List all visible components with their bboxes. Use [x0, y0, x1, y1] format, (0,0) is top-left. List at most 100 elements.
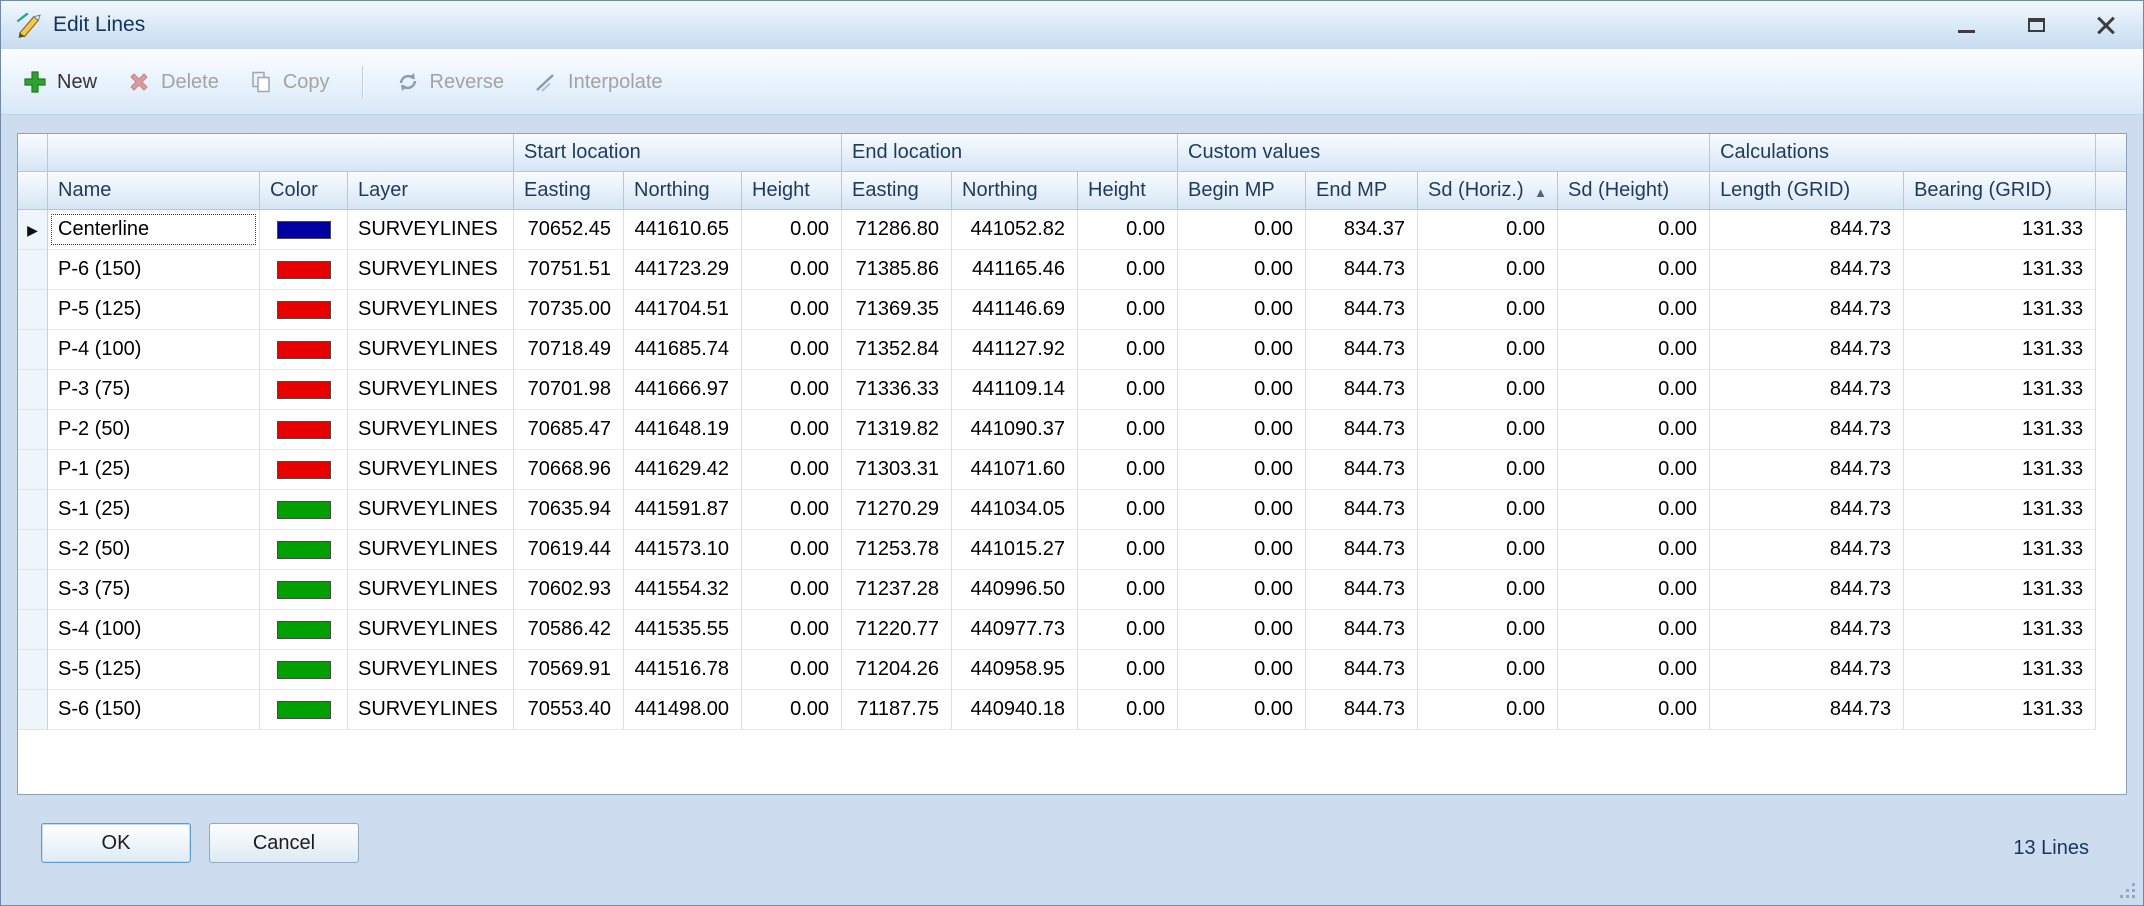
cell-begin-mp[interactable]: 0.00	[1178, 250, 1306, 290]
cell-length-grid[interactable]: 844.73	[1710, 490, 1904, 530]
table-row[interactable]: P-5 (125)SURVEYLINES70735.00441704.510.0…	[18, 290, 2126, 330]
cell-name[interactable]: S-1 (25)	[48, 490, 260, 530]
cell-bearing-grid[interactable]: 131.33	[1904, 530, 2096, 570]
row-selector-cell[interactable]	[18, 610, 48, 650]
cell-color[interactable]	[260, 370, 348, 410]
cell-start-height[interactable]: 0.00	[742, 210, 842, 250]
cell-length-grid[interactable]: 844.73	[1710, 250, 1904, 290]
cell-layer[interactable]: SURVEYLINES	[348, 530, 514, 570]
cell-length-grid[interactable]: 844.73	[1710, 450, 1904, 490]
cell-bearing-grid[interactable]: 131.33	[1904, 610, 2096, 650]
cell-end-mp[interactable]: 844.73	[1306, 450, 1418, 490]
cell-start-easting[interactable]: 70586.42	[514, 610, 624, 650]
cell-layer[interactable]: SURVEYLINES	[348, 250, 514, 290]
cell-sd-height[interactable]: 0.00	[1558, 530, 1710, 570]
cell-layer[interactable]: SURVEYLINES	[348, 610, 514, 650]
cell-end-easting[interactable]: 71352.84	[842, 330, 952, 370]
cell-start-height[interactable]: 0.00	[742, 570, 842, 610]
cell-end-easting[interactable]: 71319.82	[842, 410, 952, 450]
cell-begin-mp[interactable]: 0.00	[1178, 690, 1306, 730]
cell-begin-mp[interactable]: 0.00	[1178, 410, 1306, 450]
cell-sd-height[interactable]: 0.00	[1558, 570, 1710, 610]
cell-bearing-grid[interactable]: 131.33	[1904, 570, 2096, 610]
cell-layer[interactable]: SURVEYLINES	[348, 690, 514, 730]
cell-end-northing[interactable]: 441034.05	[952, 490, 1078, 530]
cell-start-northing[interactable]: 441723.29	[624, 250, 742, 290]
cell-end-northing[interactable]: 441109.14	[952, 370, 1078, 410]
titlebar[interactable]: Edit Lines	[1, 1, 2143, 49]
cell-sd-horiz[interactable]: 0.00	[1418, 210, 1558, 250]
cell-start-height[interactable]: 0.00	[742, 490, 842, 530]
row-selector-cell[interactable]	[18, 690, 48, 730]
row-selector-cell[interactable]: ▶	[18, 210, 48, 250]
col-header-start-height[interactable]: Height	[742, 172, 842, 210]
cell-start-northing[interactable]: 441535.55	[624, 610, 742, 650]
cell-start-height[interactable]: 0.00	[742, 450, 842, 490]
maximize-button[interactable]	[2013, 8, 2059, 42]
cell-start-height[interactable]: 0.00	[742, 290, 842, 330]
cell-name[interactable]: Centerline	[48, 210, 260, 250]
table-row[interactable]: S-5 (125)SURVEYLINES70569.91441516.780.0…	[18, 650, 2126, 690]
cell-sd-horiz[interactable]: 0.00	[1418, 250, 1558, 290]
row-selector-cell[interactable]	[18, 650, 48, 690]
table-row[interactable]: S-6 (150)SURVEYLINES70553.40441498.000.0…	[18, 690, 2126, 730]
row-selector-cell[interactable]	[18, 490, 48, 530]
cell-end-mp[interactable]: 844.73	[1306, 330, 1418, 370]
cell-end-mp[interactable]: 844.73	[1306, 570, 1418, 610]
cell-end-northing[interactable]: 441090.37	[952, 410, 1078, 450]
cell-color[interactable]	[260, 650, 348, 690]
cell-name[interactable]: P-3 (75)	[48, 370, 260, 410]
cell-name[interactable]: P-4 (100)	[48, 330, 260, 370]
cell-start-northing[interactable]: 441648.19	[624, 410, 742, 450]
cell-end-height[interactable]: 0.00	[1078, 450, 1178, 490]
cell-end-height[interactable]: 0.00	[1078, 290, 1178, 330]
cell-bearing-grid[interactable]: 131.33	[1904, 290, 2096, 330]
cell-name[interactable]: P-5 (125)	[48, 290, 260, 330]
cell-end-mp[interactable]: 844.73	[1306, 410, 1418, 450]
cell-start-northing[interactable]: 441666.97	[624, 370, 742, 410]
col-header-layer[interactable]: Layer	[348, 172, 514, 210]
cell-length-grid[interactable]: 844.73	[1710, 410, 1904, 450]
cell-start-height[interactable]: 0.00	[742, 410, 842, 450]
cell-name[interactable]: P-2 (50)	[48, 410, 260, 450]
table-row[interactable]: P-4 (100)SURVEYLINES70718.49441685.740.0…	[18, 330, 2126, 370]
cell-color[interactable]	[260, 330, 348, 370]
cell-end-mp[interactable]: 844.73	[1306, 490, 1418, 530]
cell-length-grid[interactable]: 844.73	[1710, 210, 1904, 250]
cell-sd-horiz[interactable]: 0.00	[1418, 490, 1558, 530]
cell-begin-mp[interactable]: 0.00	[1178, 490, 1306, 530]
cell-name[interactable]: P-1 (25)	[48, 450, 260, 490]
cell-start-height[interactable]: 0.00	[742, 650, 842, 690]
cell-length-grid[interactable]: 844.73	[1710, 370, 1904, 410]
cell-bearing-grid[interactable]: 131.33	[1904, 450, 2096, 490]
cell-length-grid[interactable]: 844.73	[1710, 690, 1904, 730]
row-selector-cell[interactable]	[18, 330, 48, 370]
cell-bearing-grid[interactable]: 131.33	[1904, 650, 2096, 690]
cell-start-northing[interactable]: 441516.78	[624, 650, 742, 690]
cell-start-northing[interactable]: 441704.51	[624, 290, 742, 330]
cell-color[interactable]	[260, 210, 348, 250]
cell-sd-height[interactable]: 0.00	[1558, 450, 1710, 490]
cell-bearing-grid[interactable]: 131.33	[1904, 370, 2096, 410]
cell-layer[interactable]: SURVEYLINES	[348, 650, 514, 690]
cell-start-height[interactable]: 0.00	[742, 610, 842, 650]
cell-sd-horiz[interactable]: 0.00	[1418, 450, 1558, 490]
row-selector-cell[interactable]	[18, 290, 48, 330]
cell-start-easting[interactable]: 70652.45	[514, 210, 624, 250]
cancel-button[interactable]: Cancel	[209, 823, 359, 863]
cell-end-northing[interactable]: 441165.46	[952, 250, 1078, 290]
cell-bearing-grid[interactable]: 131.33	[1904, 210, 2096, 250]
cell-color[interactable]	[260, 530, 348, 570]
cell-start-height[interactable]: 0.00	[742, 530, 842, 570]
cell-begin-mp[interactable]: 0.00	[1178, 450, 1306, 490]
cell-bearing-grid[interactable]: 131.33	[1904, 250, 2096, 290]
cell-color[interactable]	[260, 250, 348, 290]
cell-start-easting[interactable]: 70685.47	[514, 410, 624, 450]
cell-begin-mp[interactable]: 0.00	[1178, 650, 1306, 690]
cell-sd-height[interactable]: 0.00	[1558, 410, 1710, 450]
cell-begin-mp[interactable]: 0.00	[1178, 610, 1306, 650]
cell-length-grid[interactable]: 844.73	[1710, 290, 1904, 330]
cell-end-height[interactable]: 0.00	[1078, 610, 1178, 650]
cell-end-northing[interactable]: 440977.73	[952, 610, 1078, 650]
resize-grip[interactable]	[2119, 882, 2137, 900]
